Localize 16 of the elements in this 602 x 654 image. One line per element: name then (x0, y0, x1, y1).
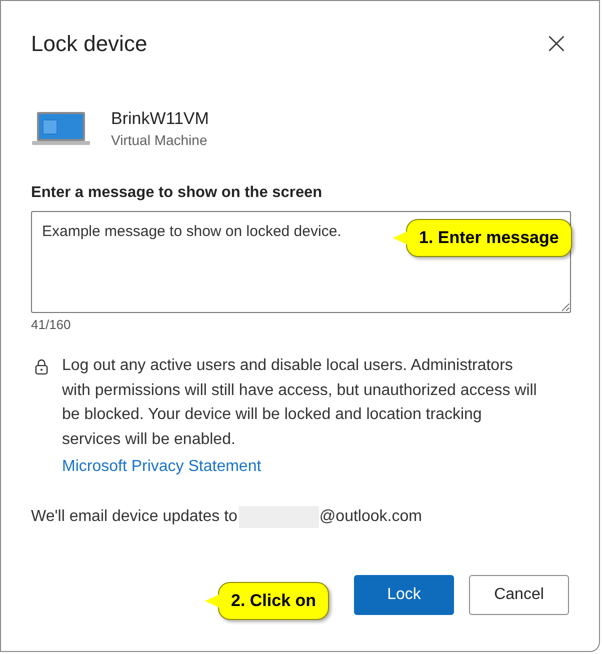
cancel-button[interactable]: Cancel (469, 575, 569, 615)
character-counter: 41/160 (31, 317, 72, 332)
privacy-link[interactable]: Microsoft Privacy Statement (62, 458, 262, 476)
email-text: We'll email device updates to (31, 508, 238, 526)
close-button[interactable]: × (542, 29, 571, 59)
lock-icon (35, 358, 48, 375)
lock-button[interactable]: Lock (354, 575, 454, 615)
laptop-icon (31, 110, 91, 146)
field-label: Enter a message to show on the screen (31, 184, 324, 202)
notice-text: Log out any active users and disable local users. Administrators with permissions will still have access, but unauthorized access will be blocked. Your device will be locked and location tracking services will be enabled. (62, 356, 538, 450)
device-name: BrinkW11VM (111, 109, 209, 129)
email-domain: @outlook.com (319, 508, 422, 526)
dialog-title: Lock device (31, 31, 148, 57)
callout-pointer (205, 594, 220, 608)
device-type: Virtual Machine (111, 132, 208, 148)
callout-pointer (393, 231, 408, 245)
